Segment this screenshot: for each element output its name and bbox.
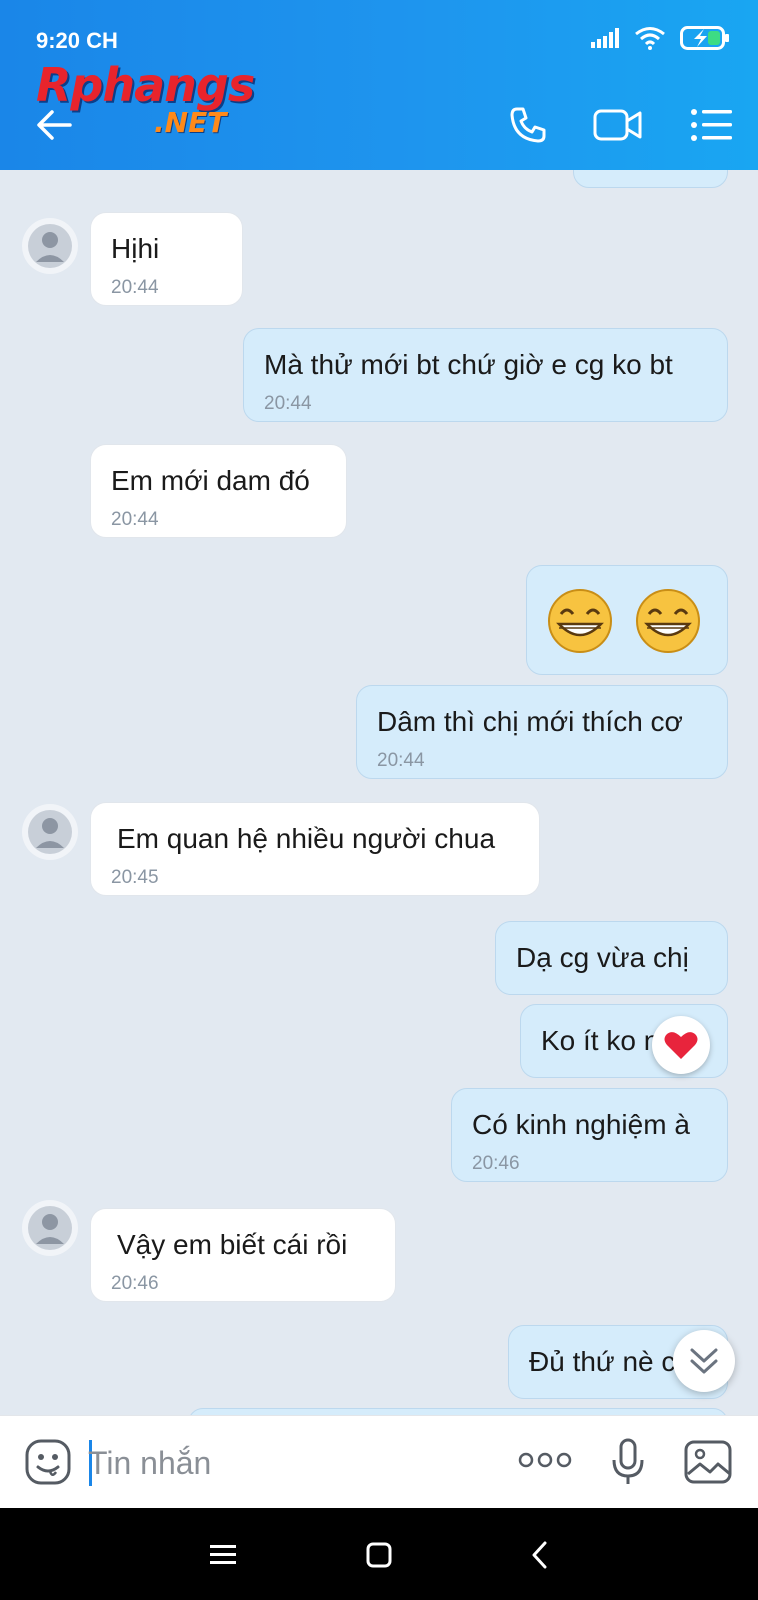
options-menu-button[interactable]: [684, 100, 740, 150]
video-call-button[interactable]: [590, 100, 646, 150]
list-menu-icon: [691, 109, 732, 141]
emoji-message: [547, 588, 701, 654]
message-text: Hịhi: [111, 233, 160, 264]
battery-icon: [680, 26, 729, 50]
double-chevron-down-icon: [690, 1348, 718, 1374]
message-time: 20:45: [111, 867, 159, 888]
home-icon: [366, 1542, 392, 1568]
message-bubble-outgoing[interactable]: Dạ cg vừa chị: [495, 921, 728, 995]
message-composer: [0, 1415, 758, 1508]
microphone-icon: [612, 1438, 644, 1484]
message-list[interactable]: Hịhi 20:44 Mà thử mới bt chứ giờ e cg ko…: [0, 170, 758, 1415]
message-bubble-incoming[interactable]: Vậy em biết cái rồi 20:46: [90, 1208, 396, 1302]
chat-header: 9:20 CH Rphangs .NET: [0, 0, 758, 170]
message-bubble-incoming[interactable]: Hịhi 20:44: [90, 212, 243, 306]
message-text: Dạ cg vừa chị: [516, 942, 689, 973]
message-time: 20:44: [111, 509, 159, 530]
sticker-button[interactable]: [24, 1438, 72, 1491]
message-time: 20:46: [111, 1273, 159, 1294]
recent-apps-button[interactable]: [200, 1532, 246, 1578]
message-bubble-outgoing[interactable]: [526, 565, 728, 675]
back-button[interactable]: [26, 100, 82, 150]
message-text: Dâm thì chị mới thích cơ: [377, 706, 683, 737]
message-time: 20:46: [472, 1153, 520, 1174]
status-time: 9:20 CH: [36, 28, 118, 53]
message-text: Em mới dam đó: [111, 465, 310, 496]
message-bubble-outgoing[interactable]: Dâm thì chị mới thích cơ 20:44: [356, 685, 728, 779]
back-arrow-icon: [37, 110, 72, 140]
more-options-button[interactable]: [518, 1450, 572, 1475]
scroll-to-bottom-button[interactable]: [673, 1330, 735, 1392]
message-bubble-outgoing[interactable]: Mà thử mới bt chứ giờ e cg ko bt 20:44: [243, 328, 728, 422]
send-image-button[interactable]: [684, 1440, 732, 1489]
back-icon: [532, 1541, 547, 1569]
message-text: Vậy em biết cái rồi: [117, 1229, 348, 1260]
message-time: 20:44: [264, 393, 312, 414]
message-time: 20:44: [377, 750, 425, 771]
wifi-icon: [635, 27, 665, 50]
voice-message-button[interactable]: [610, 1438, 646, 1491]
home-button[interactable]: [356, 1532, 402, 1578]
contact-avatar[interactable]: [22, 804, 78, 860]
image-icon: [684, 1440, 732, 1484]
recent-apps-icon: [210, 1545, 236, 1564]
message-time: 20:44: [111, 277, 159, 298]
video-camera-icon: [593, 109, 642, 141]
message-text: Đủ thứ nè c: [529, 1346, 676, 1377]
sticker-icon: [25, 1439, 71, 1485]
contact-avatar[interactable]: [22, 1200, 78, 1256]
signal-icon: [591, 28, 619, 48]
system-navigation-bar: [0, 1508, 758, 1600]
grin-emoji-icon: [635, 589, 700, 653]
system-back-button[interactable]: [516, 1532, 562, 1578]
message-text: Mà thử mới bt chứ giờ e cg ko bt: [264, 349, 673, 380]
contact-avatar[interactable]: [22, 218, 78, 274]
status-icons: [590, 26, 730, 50]
message-bubble-outgoing[interactable]: [573, 170, 728, 188]
logo-sub-text: .NET: [154, 106, 227, 139]
message-input[interactable]: [88, 1438, 488, 1488]
message-text: Ko ít ko n: [541, 1025, 660, 1056]
grin-emoji-icon: [548, 589, 612, 653]
phone-icon: [510, 107, 546, 143]
message-bubble-incoming[interactable]: Em mới dam đó 20:44: [90, 444, 347, 538]
message-text: Em quan hệ nhiều người chua: [117, 823, 496, 854]
message-bubble-outgoing[interactable]: Có kinh nghiệm à 20:46: [451, 1088, 728, 1182]
voice-call-button[interactable]: [500, 100, 556, 150]
heart-reaction[interactable]: [652, 1016, 710, 1074]
heart-icon: [664, 1032, 698, 1059]
message-text: Có kinh nghiệm à: [472, 1109, 690, 1140]
message-bubble-incoming[interactable]: Em quan hệ nhiều người chua 20:45: [90, 802, 540, 896]
more-dots-icon: [518, 1452, 572, 1468]
message-bubble-outgoing[interactable]: [188, 1408, 728, 1415]
